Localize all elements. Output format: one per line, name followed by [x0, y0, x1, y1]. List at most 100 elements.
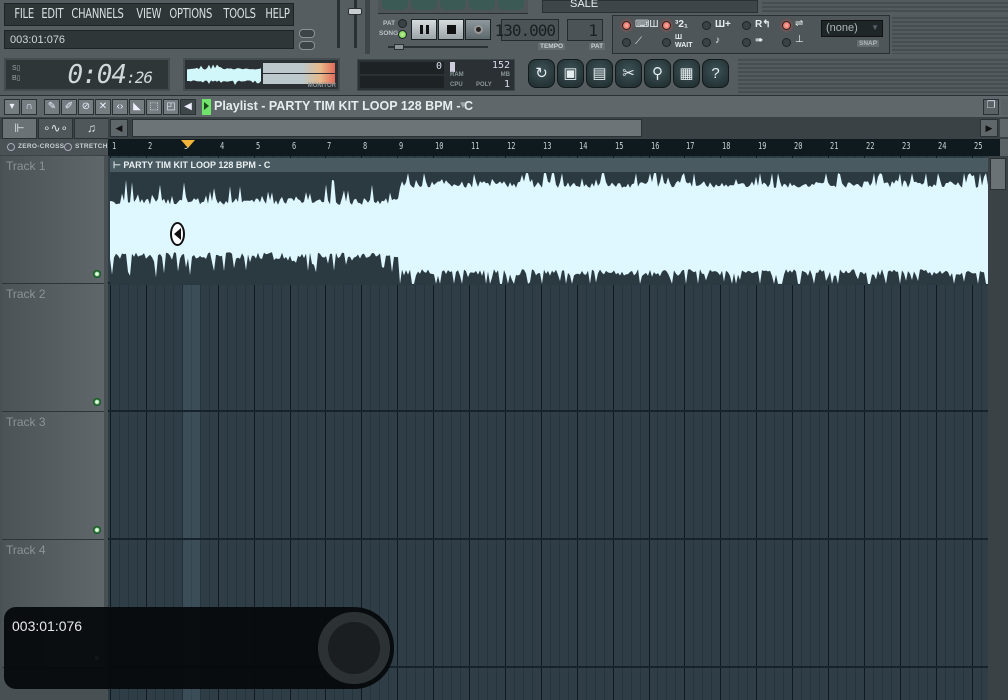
track-enable-led[interactable] [93, 526, 101, 534]
play-icon [204, 102, 209, 110]
pat-mode-radio[interactable] [398, 19, 407, 28]
vertical-scroll-thumb[interactable] [990, 158, 1006, 190]
master-volume-slider[interactable] [337, 0, 340, 48]
track-enable-led[interactable] [93, 398, 101, 406]
horizontal-scrollbar[interactable]: ◀ ▶ [108, 117, 1008, 139]
playback-tool-button[interactable]: ◀ [180, 99, 196, 115]
loop-record-toggle[interactable] [742, 21, 751, 30]
playlist-title: Playlist - PARTY TIM KIT LOOP 128 BPM - … [214, 99, 474, 113]
wait-toggle[interactable] [662, 38, 671, 47]
countdown-icon: ³2₁ [675, 19, 689, 30]
menu-edit[interactable]: EDIT [38, 7, 67, 22]
stretch-radio[interactable] [64, 143, 72, 151]
multilink-toggle[interactable] [782, 38, 791, 47]
arrow-left-icon: ◀ [115, 123, 123, 133]
view-button-4[interactable] [469, 0, 495, 10]
step-edit-toggle[interactable] [702, 21, 711, 30]
pause-button[interactable] [411, 19, 437, 40]
scroll-left-button[interactable]: ◀ [110, 119, 128, 137]
divider [365, 0, 370, 54]
corner-button[interactable] [1000, 119, 1008, 137]
typing-keyboard-toggle[interactable] [622, 21, 631, 30]
snap-toggle-button[interactable]: ∩ [21, 99, 37, 115]
record-button[interactable] [465, 19, 491, 40]
cpu-label: CPU [450, 82, 463, 88]
tempo-display[interactable]: 130.000 [495, 19, 559, 41]
draw-tool-button[interactable]: ✎ [44, 99, 60, 115]
delete-tool-button[interactable]: ⊘ [78, 99, 94, 115]
song-position-handle[interactable] [394, 44, 404, 50]
wait-button[interactable] [299, 41, 315, 50]
edison-button[interactable]: ✂ [615, 59, 642, 88]
metronome-icon: ⟋ [635, 36, 642, 47]
pattern-label: PAT [589, 43, 606, 50]
track-header[interactable]: Track 3 [2, 412, 104, 540]
countdown-toggle[interactable] [662, 21, 671, 30]
stop-button[interactable] [438, 19, 464, 40]
restore-window-button[interactable]: ❐ [983, 99, 999, 115]
project-info-button[interactable]: ▦ [673, 59, 700, 88]
ruler-tick: 14 [578, 141, 588, 152]
scroll-right-button[interactable]: ▶ [980, 119, 998, 137]
song-time-display[interactable]: S▯ B▯ 0:04:26 [4, 58, 170, 91]
song-time-sub: :26 [126, 68, 153, 87]
track-enable-led[interactable] [93, 270, 101, 278]
vertical-scrollbar[interactable] [988, 156, 1008, 700]
preset-bar[interactable]: SALE [542, 0, 758, 13]
chevron-down-icon: ▼ [871, 23, 879, 32]
ruler-tick: 7 [327, 141, 332, 152]
tempo-value: 130.000 [494, 21, 556, 40]
slice-tool-button[interactable]: ◣ [129, 99, 145, 115]
pattern-display[interactable]: 1 [567, 19, 603, 41]
scroll-toggle[interactable] [742, 38, 751, 47]
tab-automation-clips[interactable]: ∘∿∘ [38, 118, 73, 139]
blend-notes-toggle[interactable] [782, 21, 791, 30]
tap-toggle[interactable] [702, 38, 711, 47]
menu-tools[interactable]: TOOLS [220, 7, 259, 22]
close-window-button[interactable] [1001, 99, 1008, 115]
menu-options[interactable]: OPTIONS [166, 7, 215, 22]
menu-view[interactable]: VIEW [133, 7, 165, 22]
mute-tool-button[interactable]: ✕ [95, 99, 111, 115]
save-new-version-button[interactable]: ▣ [557, 59, 584, 88]
playlist-menu-button[interactable]: ▾ [4, 99, 20, 115]
playhead-marker[interactable] [181, 140, 195, 150]
paint-tool-button[interactable]: ✐ [61, 99, 77, 115]
view-button-2[interactable] [411, 0, 437, 10]
snap-label: SNAP [857, 40, 880, 47]
help-button[interactable]: ? [702, 59, 729, 88]
view-button-1[interactable] [382, 0, 408, 10]
select-tool-button[interactable]: ⬚ [146, 99, 162, 115]
master-pitch-knob[interactable] [348, 8, 362, 15]
undo-button[interactable]: ↻ [528, 59, 555, 88]
timeline-ruler[interactable]: 1 2 3 4 5 6 7 8 9 10 11 12 13 14 15 16 17 18 19 20 21 22 23 24 2… [108, 139, 1000, 156]
playlist-tabs: ⊩ ∘∿∘ ♫ [0, 117, 109, 139]
tab-pattern-clips[interactable]: ⊩ [2, 118, 37, 139]
track-header[interactable]: Track 1 [2, 156, 104, 284]
export-wave-button[interactable]: ▤ [586, 59, 613, 88]
menu-channels[interactable]: CHANNELS [68, 7, 127, 22]
view-button-5[interactable] [498, 0, 524, 10]
slip-tool-button[interactable]: ‹› [112, 99, 128, 115]
tab-audio-clips[interactable]: ♫ [74, 118, 109, 139]
track-header[interactable]: Track 2 [2, 284, 104, 412]
snap-select[interactable]: (none) ▼ [821, 20, 883, 37]
scroll-thumb[interactable] [132, 119, 642, 137]
record-mic-button[interactable]: ⚲ [644, 59, 671, 88]
slice-icon: ◣ [133, 101, 141, 112]
speaker-cursor [170, 222, 185, 246]
stretch-label: STRETCH [75, 143, 108, 150]
menu-help[interactable]: HELP [262, 7, 293, 22]
online-button[interactable] [299, 29, 315, 38]
menu-file[interactable]: FILE [11, 7, 37, 22]
audio-clip[interactable]: ⊢ PARTY TIM KIT LOOP 128 BPM - C [110, 158, 988, 285]
zoom-tool-button[interactable]: ◰ [163, 99, 179, 115]
clip-waveform [110, 173, 988, 284]
zero-cross-radio[interactable] [7, 143, 15, 151]
song-mode-radio[interactable] [398, 30, 407, 39]
metronome-toggle[interactable] [622, 38, 631, 47]
title-dropdown-icon[interactable]: ▼ [458, 100, 468, 111]
footstep-icon: ♪ [715, 35, 720, 46]
song-time-main: 0:04 [67, 60, 127, 90]
view-button-3[interactable] [440, 0, 466, 10]
